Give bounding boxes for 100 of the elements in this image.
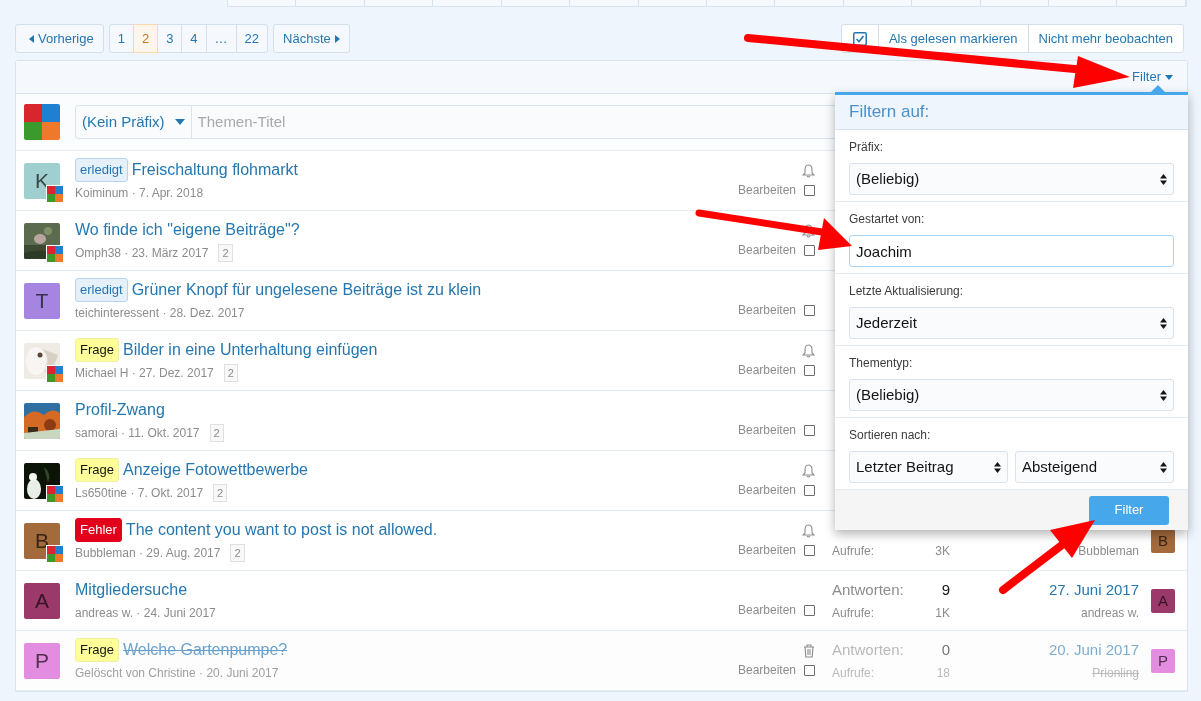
select-checkbox[interactable]	[804, 365, 815, 376]
caret-right-icon	[334, 34, 340, 43]
select-checkbox[interactable]	[804, 605, 815, 616]
filter-toggle[interactable]: Filter	[1132, 67, 1173, 87]
bell-icon	[802, 224, 815, 238]
page-jump-link[interactable]: 2	[218, 243, 233, 263]
thread-title[interactable]: Grüner Knopf für ungelesene Beiträge ist zu klein	[131, 278, 482, 302]
user-avatar: P	[1151, 649, 1175, 673]
edit-link[interactable]: Bearbeiten	[737, 244, 796, 257]
page-jump-link[interactable]: 2	[213, 483, 228, 503]
page-jump-link[interactable]: 2	[209, 423, 224, 443]
user-avatar: A	[1151, 589, 1175, 613]
checkbox-icon	[852, 31, 867, 46]
page-link[interactable]: 1	[108, 24, 134, 53]
page-jump-link[interactable]: 2	[223, 363, 238, 383]
previous-button[interactable]: Vorherige	[15, 24, 104, 53]
edit-link[interactable]: Bearbeiten	[737, 604, 796, 617]
stat-value: 1K	[935, 604, 950, 622]
prefix-label: Frage	[75, 638, 119, 662]
trash-icon	[803, 644, 815, 658]
thread-meta: andreas w. · 24. Juni 2017	[75, 605, 216, 622]
select-checkbox[interactable]	[804, 665, 815, 676]
edit-link[interactable]: Bearbeiten	[737, 544, 796, 557]
prefix-label: erledigt	[75, 158, 128, 182]
page-link[interactable]: …	[205, 24, 237, 53]
field-label: Letzte Aktualisierung:	[849, 283, 965, 300]
select-arrows-icon	[1160, 173, 1167, 185]
select-dropdown[interactable]: (Beliebig)	[849, 163, 1174, 195]
select-checkbox[interactable]	[804, 305, 815, 316]
edit-link[interactable]: Bearbeiten	[737, 184, 796, 197]
prefix-label: Fehler	[75, 518, 122, 542]
caret-down-icon	[1165, 74, 1173, 80]
select-dropdown[interactable]: Absteigend	[1015, 451, 1174, 483]
field-label: Thementyp:	[849, 355, 914, 372]
filter-submit-button[interactable]: Filter	[1089, 495, 1169, 525]
stat-value: 9	[940, 580, 950, 601]
thread-meta: Ls650tine · 7. Okt. 2017	[75, 485, 204, 502]
edit-link[interactable]: Bearbeiten	[737, 364, 796, 377]
thread-title[interactable]: Bilder in eine Unterhaltung einfügen	[122, 337, 378, 362]
bell-icon	[802, 524, 815, 538]
thread-title[interactable]: The content you want to post is not allowed.	[125, 517, 438, 542]
thread-meta: samorai · 11. Okt. 2017	[75, 425, 200, 442]
user-avatar: A	[24, 582, 60, 619]
bell-icon	[802, 164, 815, 178]
select-checkbox[interactable]	[804, 425, 815, 436]
select-dropdown[interactable]: Letzter Beitrag	[849, 451, 1008, 483]
stat-value: 3K	[935, 542, 950, 560]
page-link[interactable]: 2	[132, 24, 159, 53]
page-link[interactable]: 22	[235, 24, 269, 53]
thread-title[interactable]: Welche Gartenpumpe?	[122, 638, 288, 662]
stat-label: Aufrufe:	[832, 542, 876, 560]
thread-title[interactable]: Wo finde ich "eigene Beiträge"?	[75, 217, 300, 242]
prefix-label: Frage	[75, 458, 119, 482]
stat-value: 0	[940, 640, 950, 661]
select-arrows-icon	[1160, 317, 1167, 329]
edit-link[interactable]: Bearbeiten	[737, 664, 796, 677]
thread-title[interactable]: Freischaltung flohmarkt	[131, 158, 298, 182]
last-post-date[interactable]: 20. Juni 2017	[1048, 639, 1139, 662]
user-avatar: P	[24, 642, 60, 679]
stat-label: Aufrufe:	[832, 604, 876, 622]
thread-meta: Michael H · 27. Dez. 2017	[75, 365, 214, 382]
stat-label: Antworten:	[832, 640, 905, 661]
page-jump-link[interactable]: 2	[230, 543, 245, 563]
last-poster-name: Prionling	[1092, 664, 1139, 682]
user-avatar: T	[24, 282, 60, 319]
action-button[interactable]: Nicht mehr beobachten	[1027, 24, 1184, 53]
select-dropdown[interactable]: (Beliebig)	[849, 379, 1174, 411]
last-poster-name: andreas w.	[1080, 604, 1139, 622]
edit-link[interactable]: Bearbeiten	[737, 424, 796, 437]
thread-meta: Bubbleman · 29. Aug. 2017	[75, 545, 221, 562]
select-checkbox[interactable]	[804, 485, 815, 496]
select-checkbox[interactable]	[804, 545, 815, 556]
user-avatar	[24, 104, 60, 140]
thread-title[interactable]: Mitgliedersuche	[75, 578, 188, 602]
select-arrows-icon	[1160, 389, 1167, 401]
bell-icon	[802, 464, 815, 478]
starter-input[interactable]: Joachim	[849, 235, 1174, 267]
stat-label: Aufrufe:	[832, 664, 876, 682]
last-post-date[interactable]: 27. Juni 2017	[1048, 579, 1139, 602]
last-poster-name: Bubbleman	[1078, 542, 1139, 560]
prefix-label: erledigt	[75, 278, 128, 302]
next-button[interactable]: Nächste	[273, 24, 350, 53]
action-button[interactable]: Als gelesen markieren	[877, 24, 1029, 53]
select-arrows-icon	[994, 461, 1001, 473]
field-label: Präfix:	[849, 139, 884, 156]
thread-title[interactable]: Profil-Zwang	[75, 397, 165, 422]
edit-link[interactable]: Bearbeiten	[737, 484, 796, 497]
stat-value: 18	[936, 664, 950, 682]
thread-meta: teichinteressent · 28. Dez. 2017	[75, 305, 245, 322]
page-link[interactable]: 4	[181, 24, 207, 53]
select-checkbox[interactable]	[804, 245, 815, 256]
field-label: Sortieren nach:	[849, 427, 932, 444]
bell-icon	[802, 344, 815, 358]
thread-title[interactable]: Anzeige Fotowettbewerbe	[122, 457, 308, 482]
thread-meta: Koiminum · 7. Apr. 2018	[75, 185, 204, 202]
user-avatar: B	[1151, 529, 1175, 553]
stat-label: Antworten:	[832, 580, 905, 601]
edit-link[interactable]: Bearbeiten	[737, 304, 796, 317]
select-checkbox[interactable]	[804, 185, 815, 196]
select-dropdown[interactable]: Jederzeit	[849, 307, 1174, 339]
